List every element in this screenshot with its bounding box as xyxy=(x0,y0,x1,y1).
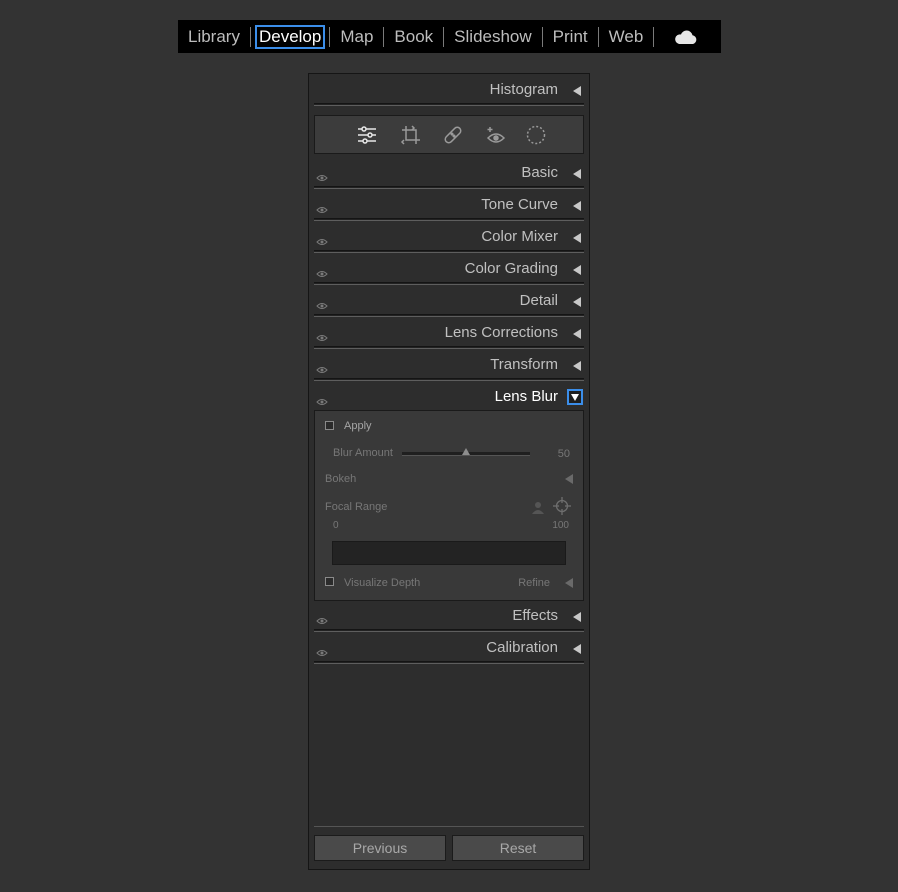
panel-divider xyxy=(314,282,584,285)
transform-title: Transform xyxy=(490,356,558,373)
crop-icon[interactable] xyxy=(400,124,422,146)
collapse-triangle-icon[interactable] xyxy=(573,612,581,622)
cloud-icon[interactable] xyxy=(674,27,700,47)
color-mixer-header[interactable]: Color Mixer xyxy=(314,222,584,253)
panel-divider xyxy=(314,629,584,632)
module-web[interactable]: Web xyxy=(603,25,650,49)
color-grading-title: Color Grading xyxy=(464,260,558,277)
lens-blur-title: Lens Blur xyxy=(494,388,558,405)
focal-range-depth-bar[interactable] xyxy=(332,541,566,565)
collapse-triangle-icon[interactable] xyxy=(573,329,581,339)
bokeh-expand-triangle-icon[interactable] xyxy=(565,474,573,484)
calibration-title: Calibration xyxy=(486,639,558,656)
previous-button[interactable]: Previous xyxy=(314,835,446,861)
module-separator xyxy=(597,26,599,47)
visualize-depth-label: Visualize Depth xyxy=(344,577,421,589)
focal-range-label: Focal Range xyxy=(325,501,388,513)
transform-header[interactable]: Transform xyxy=(314,350,584,381)
tone-curve-title: Tone Curve xyxy=(481,196,558,213)
panel-divider xyxy=(314,661,584,664)
blur-amount-label: Blur Amount xyxy=(333,447,393,459)
module-separator xyxy=(541,26,543,47)
detail-title: Detail xyxy=(519,292,558,309)
visualize-depth-checkbox[interactable] xyxy=(325,577,334,586)
collapse-triangle-icon[interactable] xyxy=(573,233,581,243)
tool-strip xyxy=(314,115,584,154)
collapse-triangle-icon[interactable] xyxy=(573,361,581,371)
range-max-label: 100 xyxy=(552,520,569,531)
basic-header[interactable]: Basic xyxy=(314,158,584,189)
calibration-header[interactable]: Calibration xyxy=(314,633,584,664)
module-separator xyxy=(653,26,655,47)
collapse-triangle-icon[interactable] xyxy=(573,169,581,179)
edit-sliders-icon[interactable] xyxy=(356,124,378,146)
panel-divider xyxy=(314,378,584,381)
module-separator xyxy=(443,26,445,47)
lens-corrections-title: Lens Corrections xyxy=(444,324,558,341)
blur-amount-slider[interactable] xyxy=(402,448,530,456)
healing-icon[interactable] xyxy=(442,124,464,146)
bokeh-label: Bokeh xyxy=(325,473,357,485)
module-separator xyxy=(329,26,331,47)
visibility-eye-icon[interactable] xyxy=(316,612,328,630)
lens-corrections-header[interactable]: Lens Corrections xyxy=(314,318,584,349)
visibility-eye-icon[interactable] xyxy=(316,297,328,315)
color-mixer-title: Color Mixer xyxy=(481,228,558,245)
effects-header[interactable]: Effects xyxy=(314,601,584,632)
panel-divider xyxy=(314,250,584,253)
subject-person-icon[interactable] xyxy=(531,500,545,519)
refine-expand-triangle-icon[interactable] xyxy=(565,578,573,588)
module-slideshow[interactable]: Slideshow xyxy=(448,25,538,49)
module-print[interactable]: Print xyxy=(547,25,594,49)
slider-thumb[interactable] xyxy=(462,448,470,455)
module-separator xyxy=(383,26,385,47)
expand-triangle-icon[interactable] xyxy=(567,389,583,405)
module-develop[interactable]: Develop xyxy=(254,24,326,49)
histogram-header[interactable]: Histogram xyxy=(314,75,584,106)
visibility-eye-icon[interactable] xyxy=(316,644,328,662)
detail-header[interactable]: Detail xyxy=(314,286,584,317)
reset-button[interactable]: Reset xyxy=(452,835,584,861)
apply-checkbox[interactable] xyxy=(325,421,334,430)
apply-label: Apply xyxy=(344,420,372,432)
masking-icon[interactable] xyxy=(525,124,547,146)
focal-target-icon[interactable] xyxy=(553,497,571,520)
visibility-eye-icon[interactable] xyxy=(316,169,328,187)
collapse-triangle-icon[interactable] xyxy=(573,265,581,275)
range-min-label: 0 xyxy=(333,520,339,531)
panel-divider xyxy=(314,103,584,106)
color-grading-header[interactable]: Color Grading xyxy=(314,254,584,285)
collapse-triangle-icon[interactable] xyxy=(573,201,581,211)
module-picker: Library Develop Map Book Slideshow Print… xyxy=(178,20,721,53)
lens-blur-header[interactable]: Lens Blur xyxy=(314,382,584,412)
histogram-title: Histogram xyxy=(489,81,558,98)
red-eye-icon[interactable] xyxy=(485,124,507,146)
visibility-eye-icon[interactable] xyxy=(316,393,328,411)
effects-title: Effects xyxy=(512,607,558,624)
panel-divider xyxy=(314,346,584,349)
refine-label[interactable]: Refine xyxy=(518,577,550,589)
lens-blur-body: Apply Blur Amount 50 Bokeh Focal Range 0… xyxy=(314,410,584,601)
module-library[interactable]: Library xyxy=(182,25,246,49)
module-separator xyxy=(249,26,251,47)
develop-right-panel: Histogram Basic Tone Curve Color Mixer C… xyxy=(308,73,590,870)
collapse-triangle-icon[interactable] xyxy=(573,86,581,96)
module-book[interactable]: Book xyxy=(388,25,439,49)
panel-divider xyxy=(314,314,584,317)
panel-divider xyxy=(314,218,584,221)
visibility-eye-icon[interactable] xyxy=(316,233,328,251)
visibility-eye-icon[interactable] xyxy=(316,361,328,379)
panel-divider xyxy=(314,186,584,189)
visibility-eye-icon[interactable] xyxy=(316,329,328,347)
footer-divider xyxy=(314,826,584,827)
collapse-triangle-icon[interactable] xyxy=(573,644,581,654)
collapse-triangle-icon[interactable] xyxy=(573,297,581,307)
visibility-eye-icon[interactable] xyxy=(316,201,328,219)
visibility-eye-icon[interactable] xyxy=(316,265,328,283)
basic-title: Basic xyxy=(521,164,558,181)
module-map[interactable]: Map xyxy=(334,25,379,49)
tone-curve-header[interactable]: Tone Curve xyxy=(314,190,584,221)
blur-amount-value[interactable]: 50 xyxy=(558,448,570,460)
